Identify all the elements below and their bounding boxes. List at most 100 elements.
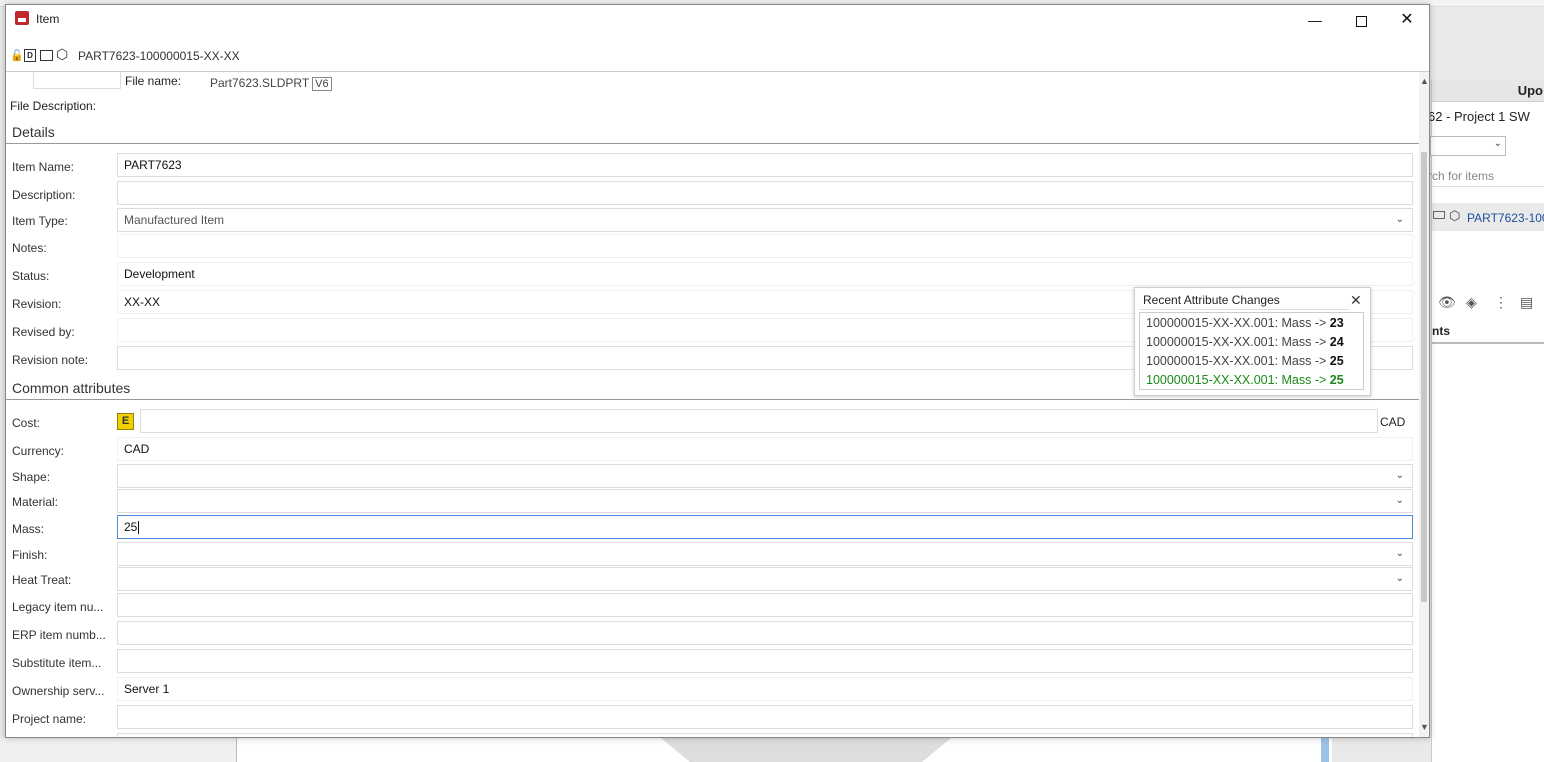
project-name-input[interactable] <box>117 705 1413 729</box>
description-label: Description: <box>12 188 76 202</box>
layers-icon[interactable]: ◈ <box>1466 294 1477 311</box>
card-icon[interactable] <box>40 50 53 61</box>
change-value: 25 <box>1329 354 1344 368</box>
file-description-label: File Description: <box>10 99 97 113</box>
right-panel-dropdown[interactable]: ⌄ <box>1430 136 1506 156</box>
list-item[interactable]: 100000015-XX-XX.001: Mass -> 24 <box>1146 335 1344 349</box>
revised-by-label: Revised by: <box>12 325 75 339</box>
erp-item-number-input[interactable] <box>117 621 1413 645</box>
mass-input[interactable]: 25 <box>117 515 1413 539</box>
revision-note-label: Revision note: <box>12 353 89 367</box>
eye-icon[interactable]: 👁 <box>1438 294 1456 311</box>
heat-treat-label: Heat Treat: <box>12 573 72 587</box>
document-check-icon[interactable]: ▤ <box>1520 294 1533 311</box>
tree-icon[interactable]: ⋮ <box>1494 294 1508 311</box>
background-model-shape <box>661 738 951 762</box>
popup-change-list: 100000015-XX-XX.001: Mass -> 23 10000001… <box>1139 312 1364 390</box>
item-name-input[interactable]: PART7623 <box>117 153 1413 177</box>
list-item[interactable]: 100000015-XX-XX.001: Mass -> 23 <box>1146 316 1344 330</box>
popup-title: Recent Attribute Changes <box>1139 291 1349 310</box>
right-panel: Upo 62 - Project 1 SW ⌄ rch for items ⬡ … <box>1428 80 1544 762</box>
erp-item-number-label: ERP item numb... <box>12 628 106 642</box>
cube-icon: ⬡ <box>56 46 69 62</box>
item-identifier: PART7623-100000015-XX-XX <box>78 49 240 63</box>
shape-select[interactable]: ⌄ <box>117 464 1413 488</box>
text-caret <box>138 521 140 535</box>
title-bar[interactable]: Item — ✕ <box>6 5 1429 35</box>
cost-currency-tag: CAD <box>1380 415 1406 429</box>
chevron-down-icon: ⌄ <box>1395 495 1404 506</box>
version-badge: V6 <box>312 77 332 91</box>
change-value: 25 <box>1329 373 1344 387</box>
next-field-input[interactable] <box>117 733 1413 737</box>
material-label: Material: <box>12 495 59 509</box>
heat-treat-select[interactable]: ⌄ <box>117 567 1413 591</box>
substitute-item-input[interactable] <box>117 649 1413 673</box>
right-panel-list-item[interactable]: ⬡ PART7623-100 <box>1432 203 1544 231</box>
currency-label: Currency: <box>12 444 65 458</box>
recent-attribute-changes-popup: Recent Attribute Changes ✕ 100000015-XX-… <box>1134 287 1371 396</box>
chevron-down-icon: ⌄ <box>1395 470 1404 481</box>
change-value: 24 <box>1329 335 1344 349</box>
item-type-label: Item Type: <box>12 214 68 228</box>
list-item[interactable]: 100000015-XX-XX.001: Mass -> 25 <box>1146 354 1344 368</box>
material-select[interactable]: ⌄ <box>117 489 1413 513</box>
chevron-down-icon: ⌄ <box>1395 573 1404 584</box>
chevron-down-icon: ⌄ <box>1493 138 1502 149</box>
item-header-bar: 🔓 D ⬡ PART7623-100000015-XX-XX <box>6 43 1429 72</box>
popup-close-button[interactable]: ✕ <box>1350 292 1362 309</box>
maximize-icon <box>1355 15 1367 27</box>
card-icon <box>1433 211 1445 219</box>
mass-value: 25 <box>124 520 138 534</box>
right-panel-item-label: PART7623-100 <box>1467 211 1544 225</box>
right-panel-toolbar: 👁 ◈ ⋮ ▤ <box>1432 292 1544 316</box>
scroll-up-icon[interactable]: ▲ <box>1420 76 1429 86</box>
item-type-value: Manufactured Item <box>124 213 225 227</box>
close-button[interactable]: ✕ <box>1387 9 1427 31</box>
finish-select[interactable]: ⌄ <box>117 542 1413 566</box>
draft-icon[interactable]: D <box>24 49 36 62</box>
change-text: 100000015-XX-XX.001: Mass -> <box>1146 373 1330 387</box>
revision-label: Revision: <box>12 297 62 311</box>
details-divider <box>6 143 1419 144</box>
file-name-value: Part7623.SLDPRT V6 <box>210 76 332 91</box>
mass-label: Mass: <box>12 522 45 536</box>
notes-field <box>117 234 1413 258</box>
scroll-down-icon[interactable]: ▼ <box>1420 722 1429 732</box>
change-text: 100000015-XX-XX.001: Mass -> <box>1146 335 1330 349</box>
change-text: 100000015-XX-XX.001: Mass -> <box>1146 354 1330 368</box>
common-attributes-divider <box>6 399 1419 400</box>
unlock-icon[interactable]: 🔓 <box>10 49 24 62</box>
cost-input[interactable] <box>140 409 1378 433</box>
minimize-button[interactable]: — <box>1295 9 1335 31</box>
project-name-label: Project name: <box>12 712 87 726</box>
right-panel-header: Upo <box>1432 80 1544 102</box>
vertical-scrollbar[interactable]: ▲ ▼ <box>1419 72 1429 737</box>
status-field: Development <box>117 262 1413 286</box>
scroll-thumb[interactable] <box>1421 152 1427 602</box>
change-value: 23 <box>1329 316 1344 330</box>
currency-field: CAD <box>117 437 1413 461</box>
form-content: File name: Part7623.SLDPRT V6 File Descri… <box>6 72 1419 737</box>
right-panel-search-input[interactable]: rch for items <box>1428 166 1544 187</box>
chevron-down-icon: ⌄ <box>1395 214 1404 225</box>
chevron-down-icon: ⌄ <box>1395 548 1404 559</box>
right-panel-tab[interactable]: nts <box>1432 324 1544 344</box>
legacy-item-number-label: Legacy item nu... <box>12 600 104 614</box>
shape-label: Shape: <box>12 470 51 484</box>
file-thumbnail <box>33 72 121 89</box>
list-item[interactable]: 100000015-XX-XX.001: Mass -> 25 <box>1146 373 1344 387</box>
item-type-select[interactable]: Manufactured Item ⌄ <box>117 208 1413 232</box>
legacy-item-number-input[interactable] <box>117 593 1413 617</box>
item-name-label: Item Name: <box>12 160 75 174</box>
erp-cost-icon[interactable]: E <box>117 413 134 430</box>
description-input[interactable] <box>117 181 1413 205</box>
finish-label: Finish: <box>12 548 48 562</box>
ownership-server-field: Server 1 <box>117 677 1413 701</box>
maximize-button[interactable] <box>1341 9 1381 31</box>
details-section-title: Details <box>12 124 55 140</box>
right-panel-project: 62 - Project 1 SW <box>1428 109 1530 124</box>
background-viewport <box>236 738 1332 762</box>
change-text: 100000015-XX-XX.001: Mass -> <box>1146 316 1330 330</box>
background-splitter[interactable] <box>1321 738 1329 762</box>
